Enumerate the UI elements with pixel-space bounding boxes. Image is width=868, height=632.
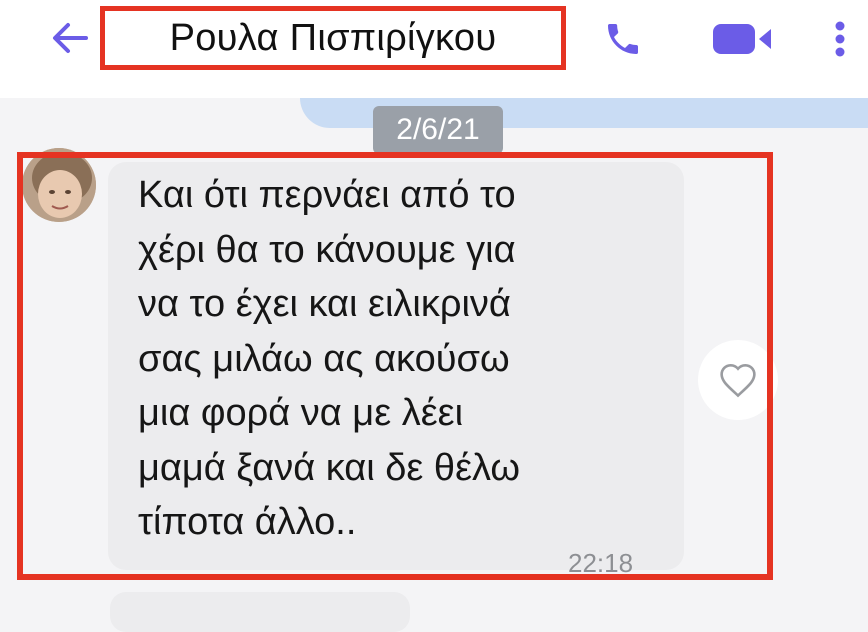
- date-label: 2/6/21: [396, 113, 480, 146]
- next-message-edge: [110, 592, 410, 632]
- chat-header: Ρουλα Πισπιρίγκου: [0, 0, 868, 98]
- date-separator: 2/6/21: [373, 106, 503, 154]
- arrow-left-icon: [53, 23, 88, 53]
- contact-name-text: Ρουλα Πισπιρίγκου: [169, 16, 497, 59]
- call-button[interactable]: [596, 12, 650, 66]
- back-button[interactable]: [44, 12, 96, 64]
- phone-icon: [608, 24, 638, 54]
- video-camera-icon: [713, 24, 771, 54]
- more-vertical-icon: [835, 21, 845, 57]
- message-highlight-box: [17, 152, 773, 580]
- video-call-button[interactable]: [704, 12, 780, 66]
- more-options-button[interactable]: [822, 12, 858, 66]
- contact-name[interactable]: Ρουλα Πισπιρίγκου: [100, 6, 566, 70]
